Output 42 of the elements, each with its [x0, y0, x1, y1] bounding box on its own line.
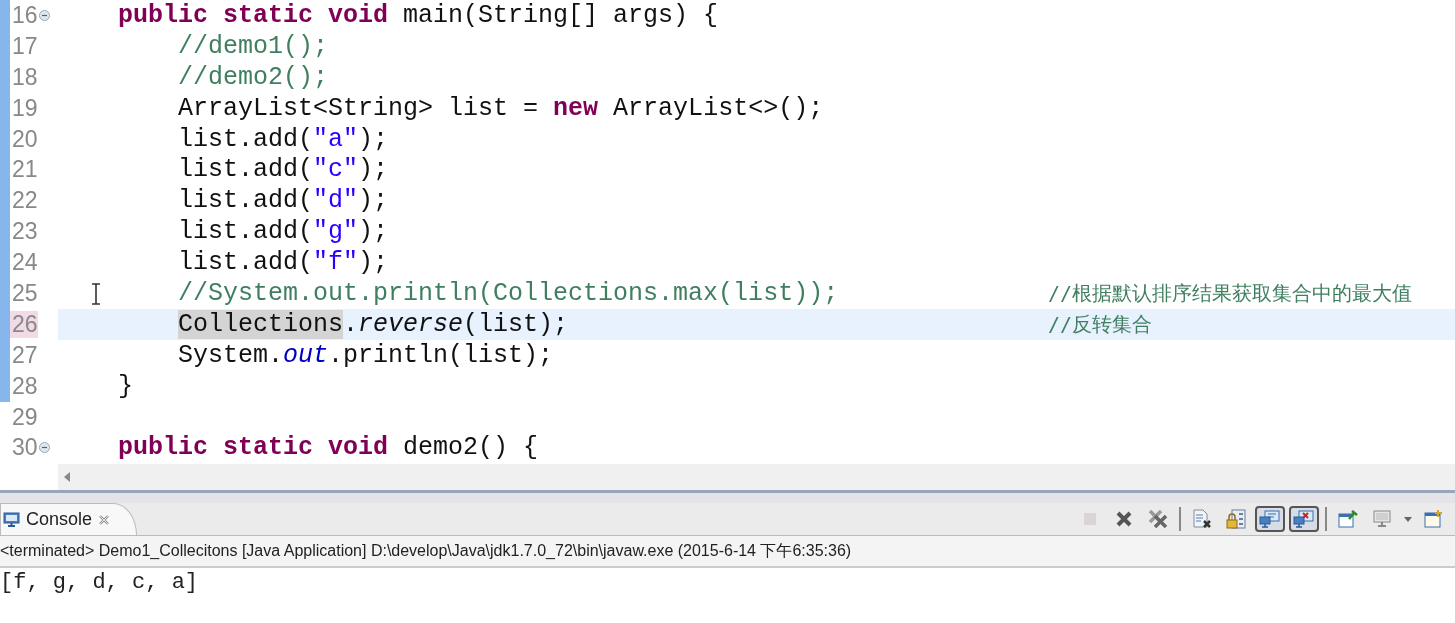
line-number: 26	[10, 310, 38, 338]
code-line: public static void main(String[] args) {	[118, 0, 719, 30]
code-line: list.add("g");	[178, 217, 389, 247]
line-number: 18	[11, 63, 38, 91]
collapse-icon[interactable]	[38, 442, 50, 454]
collapse-icon[interactable]	[38, 9, 50, 21]
line-number: 17	[11, 32, 38, 60]
monitor-icon	[3, 511, 20, 528]
line-number: 24	[11, 249, 38, 277]
line-number: 29	[11, 403, 38, 431]
code-line: list.add("c");	[178, 155, 389, 185]
line-number: 16	[11, 1, 38, 29]
line-number: 28	[11, 372, 38, 400]
code-line: System.out.println(list);	[178, 340, 554, 370]
horizontal-scrollbar[interactable]	[58, 464, 1455, 490]
line-number: 27	[11, 341, 38, 369]
text-cursor-icon	[90, 283, 102, 305]
line-number: 25	[11, 279, 38, 307]
code-line: list.add("f");	[178, 248, 389, 278]
console-tab[interactable]: Console	[0, 503, 138, 535]
close-icon[interactable]	[98, 513, 111, 526]
code-line: public static void demo2() {	[118, 433, 539, 463]
scroll-left-icon[interactable]	[64, 472, 71, 482]
code-line: //System.out.println(Collections.max(list));	[178, 278, 839, 308]
line-number: 23	[11, 218, 38, 246]
code-line: ArrayList<String> list = new ArrayList<>();	[178, 93, 824, 123]
line-number: 19	[11, 94, 38, 122]
code-line: }	[118, 371, 134, 401]
code-line: //demo1();	[178, 31, 329, 61]
output-icon[interactable]	[1255, 506, 1285, 532]
error-icon[interactable]	[1289, 506, 1319, 532]
code-line: Collections.reverse(list);	[178, 309, 569, 339]
line-number: 22	[11, 187, 38, 215]
console-header: <terminated> Demo1_Collecitons [Java Application] D:\develop\Java\jdk1.7.0_72\bin\javaw.exe (2015-6-14 下午6:35:36)	[0, 540, 852, 561]
line-number: 30	[11, 434, 38, 462]
code-line: //demo2();	[178, 62, 329, 92]
code-line: list.add("d");	[178, 186, 389, 216]
console-output: [f, g, d, c, a]	[0, 570, 199, 595]
line-number: 20	[11, 125, 38, 153]
line-number: 21	[11, 156, 38, 184]
code-line: list.add("a");	[178, 124, 389, 154]
code-comment: //根据默认排序结果获取集合中的最大值	[1048, 279, 1414, 307]
